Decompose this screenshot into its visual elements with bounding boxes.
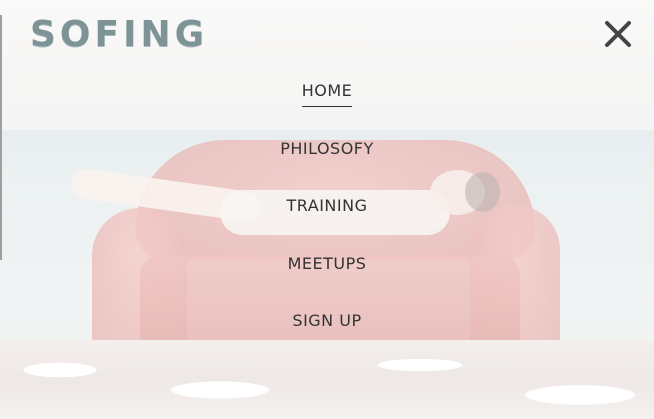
nav-item-label: HOME <box>301 80 353 107</box>
nav-item-label: TRAINING <box>286 196 368 215</box>
nav-item-training[interactable]: TRAINING <box>287 195 368 253</box>
nav-item-label: MEETUPS <box>287 253 367 273</box>
nav-item-meetups[interactable]: MEETUPS <box>288 253 367 311</box>
close-menu-button[interactable] <box>601 17 635 51</box>
nav-item-home[interactable]: HOME <box>301 80 353 138</box>
site-logo[interactable]: SOFING <box>30 14 208 56</box>
close-icon <box>605 21 631 47</box>
nav-item-label: SIGN UP <box>292 311 362 330</box>
mobile-menu-screen: SOFING HOME PHILOSOFY TRAINING MEETUPS S… <box>0 0 654 419</box>
nav-item-philosofy[interactable]: PHILOSOFY <box>280 138 374 196</box>
main-nav-menu: HOME PHILOSOFY TRAINING MEETUPS SIGN UP <box>0 80 654 368</box>
nav-item-label: PHILOSOFY <box>280 138 374 158</box>
nav-item-sign-up[interactable]: SIGN UP <box>292 310 361 368</box>
